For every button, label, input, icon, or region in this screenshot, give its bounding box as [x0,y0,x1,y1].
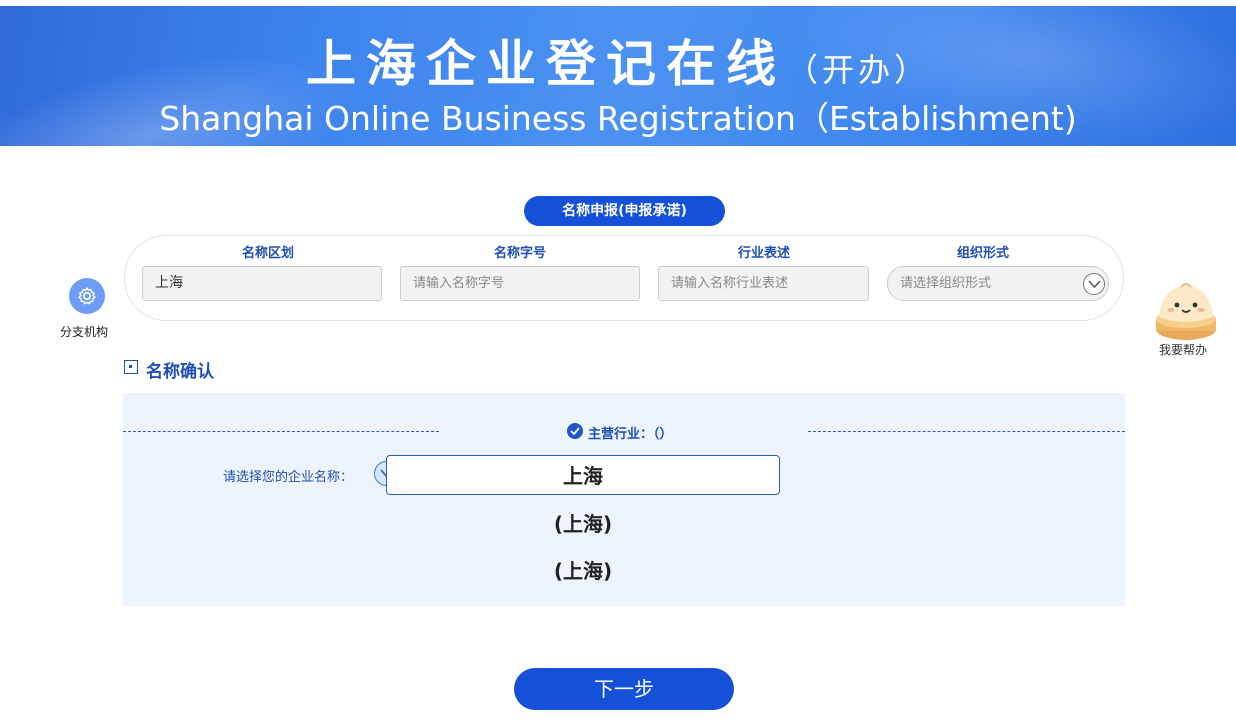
gear-icon [78,287,96,305]
next-step-button[interactable]: 下一步 [514,668,734,710]
check-circle-icon [567,423,583,439]
name-option[interactable]: (上海) [386,558,780,584]
name-confirm-title: 名称确认 [146,362,214,382]
chevron-down-icon[interactable] [1083,273,1105,295]
banner-title-cn-main: 上海企业登记在线 [305,35,786,93]
field-label-region: 名称区划 [241,246,294,261]
trade-name-input[interactable]: 请输入名称字号 [400,266,640,301]
name-option-selected[interactable]: 上海 [386,455,780,495]
banner-title-cn: 上海企业登记在线（开办） [0,24,1236,96]
main-industry-label: 主营行业：（） [588,427,673,442]
field-label-trade-name: 名称字号 [493,246,546,261]
branch-button[interactable] [69,278,105,314]
banner-title-en: Shanghai Online Business Registration（Es… [159,99,1077,138]
helper-label[interactable]: 我要帮办 [1159,341,1208,358]
org-form-select[interactable]: 请选择组织形式 [887,266,1109,301]
name-option[interactable]: (上海) [386,511,780,537]
helper-mascot-icon[interactable] [1153,279,1219,341]
field-label-industry: 行业表述 [737,246,790,261]
choose-name-label: 请选择您的企业名称： [223,470,354,485]
field-label-org-form: 组织形式 [956,246,1009,261]
dashed-divider-right [808,431,1125,432]
region-input[interactable]: 上海 [142,266,382,301]
section-square-icon [124,360,138,374]
dashed-divider-left [123,431,439,432]
header-banner: 上海企业登记在线（开办） Shanghai Online Business Re… [0,6,1236,146]
industry-input[interactable]: 请输入名称行业表述 [658,266,869,301]
name-declaration-pill: 名称申报(申报承诺) [524,196,725,226]
banner-title-cn-suffix: （开办） [785,51,930,89]
branch-label: 分支机构 [60,325,109,339]
